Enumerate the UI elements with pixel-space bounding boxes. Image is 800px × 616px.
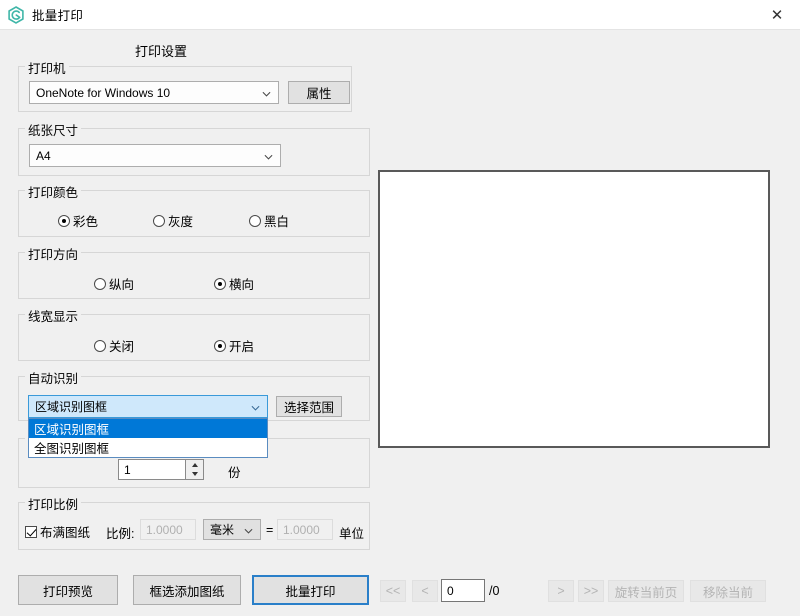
nav-first-button[interactable]: << (380, 580, 406, 602)
printer-group-label: 打印机 (25, 58, 69, 77)
print-orientation-group-label: 打印方向 (25, 244, 82, 263)
paper-size-select[interactable]: A4 (29, 144, 281, 167)
print-orientation-options: 纵向 横向 (94, 274, 254, 293)
nav-next-button[interactable]: > (548, 580, 574, 602)
fit-paper-checkbox[interactable]: 布满图纸 (25, 522, 90, 541)
copies-input-value: 1 (124, 462, 131, 477)
radio-linewidth-off-mark (94, 339, 106, 352)
select-range-button[interactable]: 选择范围 (276, 396, 342, 417)
paper-size-group-label: 纸张尺寸 (25, 120, 82, 139)
close-icon[interactable]: ✕ (754, 0, 800, 30)
radio-linewidth-on-label: 开启 (229, 340, 255, 354)
dropdown-item-1[interactable]: 全图识别图框 (29, 438, 267, 457)
nav-last-button[interactable]: >> (578, 580, 604, 602)
radio-blackwhite-mark (249, 214, 261, 227)
radio-color[interactable]: 彩色 (58, 211, 153, 230)
ratio-input-value: 1.0000 (146, 522, 183, 537)
nav-prev-button[interactable]: < (412, 580, 438, 602)
chevron-down-icon (262, 87, 271, 97)
print-color-group-label: 打印颜色 (25, 182, 82, 201)
linewidth-group-label: 线宽显示 (25, 306, 82, 325)
copies-input[interactable]: 1 (118, 459, 186, 480)
radio-grayscale-label: 灰度 (168, 215, 194, 229)
auto-detect-group-label: 自动识别 (25, 368, 82, 387)
target-value: 1.0000 (283, 522, 320, 537)
copies-stepper[interactable] (186, 459, 204, 480)
scale-unit-value: 毫米 (210, 523, 235, 537)
auto-detect-dropdown-list[interactable]: 区域识别图框 全图识别图框 (28, 418, 268, 458)
equals-label: = (266, 523, 274, 537)
radio-color-mark (58, 214, 70, 227)
fit-paper-checkbox-label: 布满图纸 (40, 526, 91, 540)
chevron-down-icon (244, 524, 253, 534)
target-unit-label: 单位 (339, 527, 365, 541)
page-title: 打印设置 (135, 44, 188, 59)
page-number-input[interactable]: 0 (441, 579, 485, 602)
print-color-options: 彩色 灰度 黑白 (58, 211, 289, 230)
add-drawing-button[interactable]: 框选添加图纸 (133, 575, 241, 605)
chevron-down-icon (264, 150, 273, 160)
fit-paper-checkbox-mark (25, 525, 37, 538)
copies-stepper-up[interactable] (186, 460, 203, 470)
copies-unit-label: 份 (228, 466, 241, 480)
printer-properties-button[interactable]: 属性 (288, 81, 350, 104)
radio-landscape-label: 横向 (229, 278, 255, 292)
auto-detect-select[interactable]: 区域识别图框 (28, 395, 268, 418)
linewidth-options: 关闭 开启 (94, 336, 254, 355)
radio-color-label: 彩色 (73, 215, 99, 229)
dropdown-item-0[interactable]: 区域识别图框 (29, 419, 267, 438)
radio-grayscale[interactable]: 灰度 (153, 211, 249, 230)
ratio-label: 比例: (106, 527, 135, 541)
page-number-value: 0 (447, 583, 454, 598)
app-hexagon-icon (7, 5, 25, 24)
radio-linewidth-on-mark (214, 339, 226, 352)
print-preview-button[interactable]: 打印预览 (18, 575, 118, 605)
print-scale-group-label: 打印比例 (25, 494, 82, 513)
radio-landscape[interactable]: 横向 (214, 274, 254, 293)
paper-size-value: A4 (36, 148, 51, 163)
printer-select-value: OneNote for Windows 10 (36, 85, 171, 100)
radio-portrait-label: 纵向 (109, 278, 135, 292)
window-titlebar: 批量打印 ✕ (0, 0, 800, 30)
radio-grayscale-mark (153, 214, 165, 227)
rotate-page-button[interactable]: 旋转当前页 (608, 580, 684, 602)
page-total-label: /0 (489, 584, 500, 598)
copies-stepper-down[interactable] (186, 470, 203, 480)
radio-blackwhite-label: 黑白 (264, 215, 290, 229)
print-settings-dialog: 打印设置 打印机 OneNote for Windows 10 属性 纸张尺寸 … (0, 30, 800, 616)
radio-blackwhite[interactable]: 黑白 (249, 211, 289, 230)
printer-select[interactable]: OneNote for Windows 10 (29, 81, 279, 104)
radio-linewidth-on[interactable]: 开启 (214, 336, 254, 355)
radio-portrait-mark (94, 277, 106, 290)
scale-unit-select[interactable]: 毫米 (203, 519, 261, 540)
radio-linewidth-off[interactable]: 关闭 (94, 336, 214, 355)
radio-linewidth-off-label: 关闭 (109, 340, 135, 354)
print-preview-area (378, 170, 770, 448)
batch-print-button[interactable]: 批量打印 (252, 575, 369, 605)
radio-landscape-mark (214, 277, 226, 290)
auto-detect-value: 区域识别图框 (35, 400, 108, 414)
window-title: 批量打印 (32, 9, 84, 23)
radio-portrait[interactable]: 纵向 (94, 274, 214, 293)
chevron-down-icon (251, 401, 260, 411)
ratio-input[interactable]: 1.0000 (140, 519, 196, 540)
remove-page-button[interactable]: 移除当前 (690, 580, 766, 602)
target-value-input[interactable]: 1.0000 (277, 519, 333, 540)
